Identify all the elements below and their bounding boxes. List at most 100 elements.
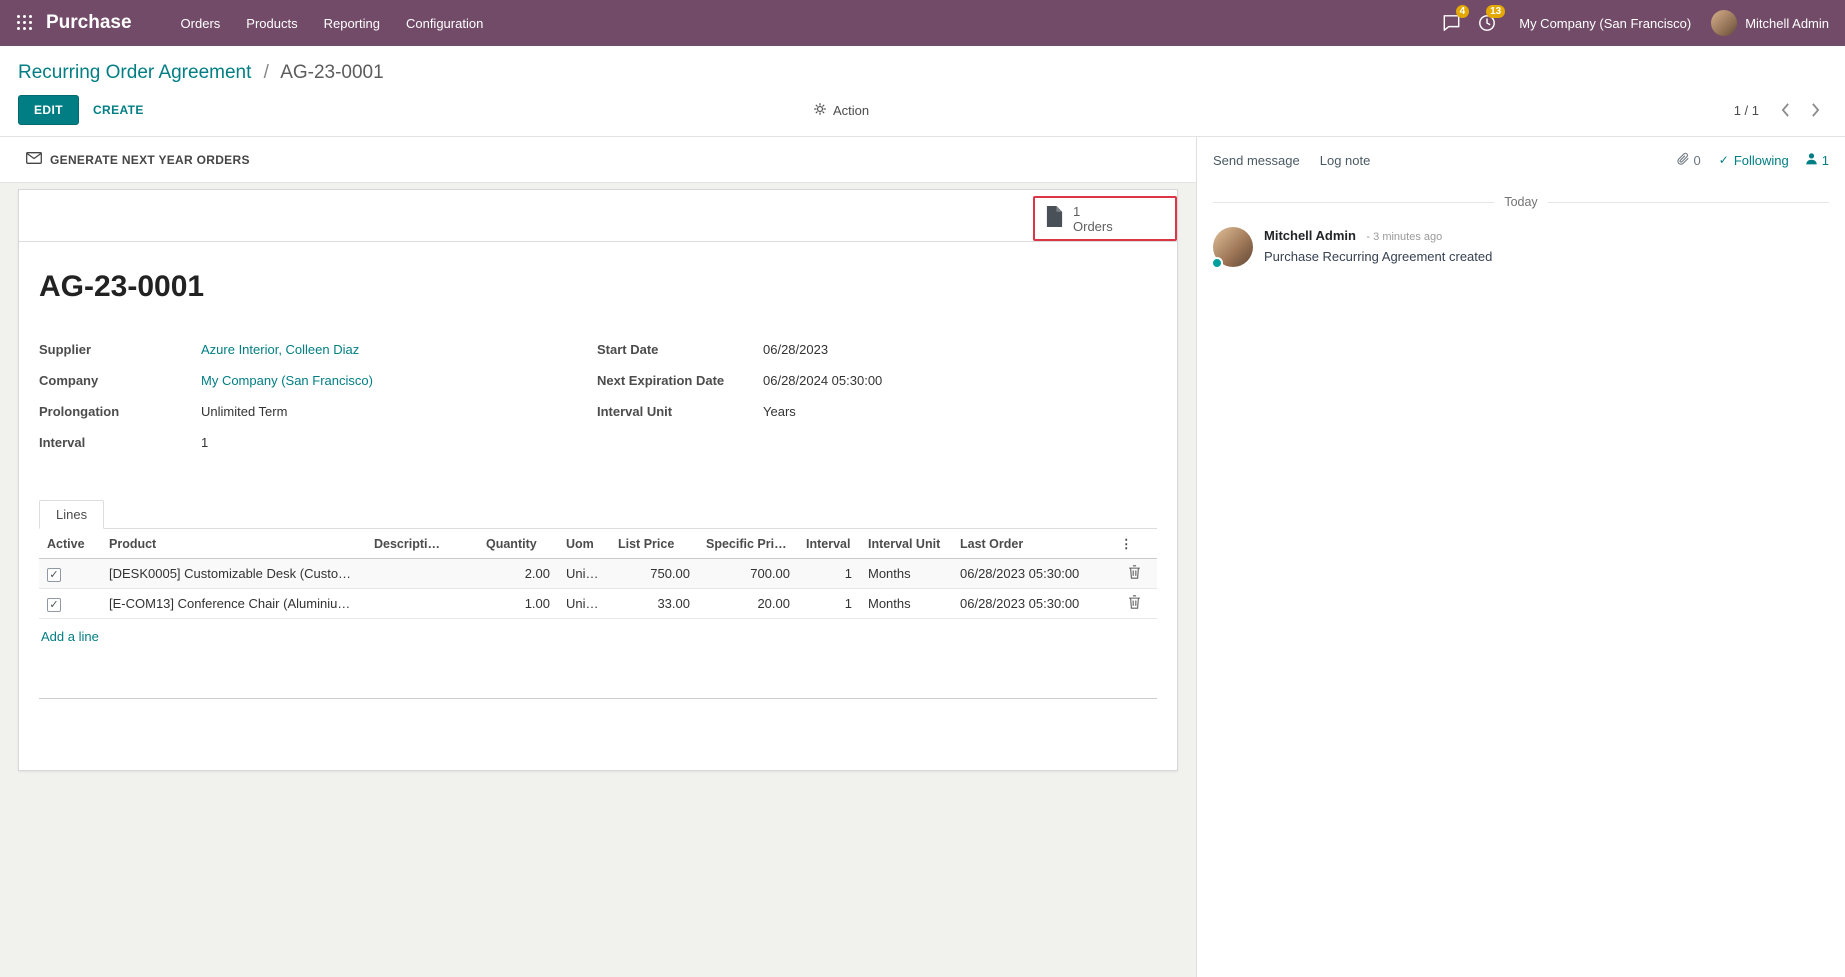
action-menu-button[interactable]: Action	[813, 102, 869, 119]
checkbox-check-icon: ✓	[49, 599, 58, 611]
company-label: Company	[39, 371, 201, 390]
menu-orders[interactable]: Orders	[168, 0, 234, 46]
cell-specific-price[interactable]: 700.00	[698, 559, 798, 589]
company-value-link[interactable]: My Company (San Francisco)	[201, 371, 373, 390]
breadcrumb-current: AG-23-0001	[280, 62, 384, 83]
button-box: 1 Orders	[19, 190, 1177, 242]
header-specific-price[interactable]: Specific Pri…	[698, 529, 798, 559]
checkbox-check-icon: ✓	[49, 569, 58, 581]
followers-button[interactable]: 1	[1805, 152, 1829, 168]
orders-label: Orders	[1073, 219, 1113, 234]
field-interval-unit: Interval Unit Years	[597, 402, 1157, 421]
chatter-message: Mitchell Admin - 3 minutes ago Purchase …	[1197, 217, 1845, 277]
supplier-label: Supplier	[39, 340, 201, 359]
header-last-order[interactable]: Last Order	[952, 529, 1112, 559]
supplier-value-link[interactable]: Azure Interior, Colleen Diaz	[201, 340, 359, 359]
next-expiration-value: 06/28/2024 05:30:00	[763, 371, 882, 390]
app-name[interactable]: Purchase	[46, 12, 132, 34]
cell-uom[interactable]: Uni…	[558, 589, 610, 619]
prolongation-value: Unlimited Term	[201, 402, 287, 421]
field-groups: Supplier Azure Interior, Colleen Diaz Co…	[39, 340, 1157, 464]
orders-stat-button[interactable]: 1 Orders	[1033, 196, 1177, 241]
lines-table: Active Product Descripti… Quantity Uom L…	[39, 529, 1157, 619]
prolongation-label: Prolongation	[39, 402, 201, 421]
menu-configuration[interactable]: Configuration	[393, 0, 496, 46]
log-note-button[interactable]: Log note	[1320, 153, 1371, 168]
pager-next-button[interactable]	[1803, 98, 1827, 122]
header-uom[interactable]: Uom	[558, 529, 610, 559]
action-label: Action	[833, 103, 869, 118]
cell-last-order[interactable]: 06/28/2023 05:30:00	[952, 589, 1112, 619]
check-icon: ✓	[1719, 153, 1729, 167]
cell-interval-unit[interactable]: Months	[860, 559, 952, 589]
apps-grid-icon[interactable]	[16, 14, 34, 32]
cell-interval-unit[interactable]: Months	[860, 589, 952, 619]
active-checkbox[interactable]: ✓	[47, 598, 61, 612]
cell-list-price[interactable]: 750.00	[610, 559, 698, 589]
message-author[interactable]: Mitchell Admin	[1264, 228, 1356, 243]
edit-button[interactable]: EDIT	[18, 95, 79, 125]
form-body: 1 Orders AG-23-0001 Supplier Azure Inte	[0, 183, 1196, 977]
user-avatar[interactable]	[1711, 10, 1737, 36]
create-button[interactable]: CREATE	[79, 96, 158, 124]
company-switcher[interactable]: My Company (San Francisco)	[1505, 16, 1705, 31]
field-start-date: Start Date 06/28/2023	[597, 340, 1157, 359]
delete-row-button[interactable]	[1112, 559, 1157, 589]
page: Purchase Orders Products Reporting Confi…	[0, 0, 1845, 977]
cell-last-order[interactable]: 06/28/2023 05:30:00	[952, 559, 1112, 589]
messages-badge: 4	[1456, 5, 1470, 18]
activities-badge: 13	[1486, 5, 1505, 18]
optional-columns-icon[interactable]: ⋮	[1112, 529, 1157, 559]
header-list-price[interactable]: List Price	[610, 529, 698, 559]
gear-icon	[813, 102, 827, 119]
form-view: GENERATE NEXT YEAR ORDERS 1 Orders	[0, 137, 1196, 977]
interval-label: Interval	[39, 433, 201, 452]
header-product[interactable]: Product	[101, 529, 366, 559]
field-supplier: Supplier Azure Interior, Colleen Diaz	[39, 340, 597, 359]
control-panel: Recurring Order Agreement / AG-23-0001 E…	[0, 46, 1845, 137]
cell-product[interactable]: [DESK0005] Customizable Desk (Custo…	[101, 559, 366, 589]
chatter-toolbar: Send message Log note 0 ✓ Following	[1197, 137, 1845, 179]
send-message-button[interactable]: Send message	[1213, 153, 1300, 168]
activities-icon[interactable]: 13	[1469, 0, 1505, 46]
header-quantity[interactable]: Quantity	[478, 529, 558, 559]
cell-list-price[interactable]: 33.00	[610, 589, 698, 619]
delete-row-button[interactable]	[1112, 589, 1157, 619]
breadcrumb-parent-link[interactable]: Recurring Order Agreement	[18, 62, 251, 83]
header-active[interactable]: Active	[39, 529, 101, 559]
date-divider: Today	[1213, 195, 1829, 209]
attachments-button[interactable]: 0	[1676, 151, 1701, 169]
messages-icon[interactable]: 4	[1433, 0, 1469, 46]
cell-specific-price[interactable]: 20.00	[698, 589, 798, 619]
cell-description[interactable]	[366, 589, 478, 619]
form-sheet: 1 Orders AG-23-0001 Supplier Azure Inte	[18, 189, 1178, 771]
generate-next-year-orders-button[interactable]: GENERATE NEXT YEAR ORDERS	[18, 146, 258, 173]
menu-reporting[interactable]: Reporting	[311, 0, 393, 46]
paperclip-icon	[1676, 151, 1690, 169]
table-row[interactable]: ✓ [DESK0005] Customizable Desk (Custo… 2…	[39, 559, 1157, 589]
following-button[interactable]: ✓ Following	[1719, 153, 1789, 168]
tab-lines[interactable]: Lines	[39, 500, 104, 529]
user-menu[interactable]: Mitchell Admin	[1745, 16, 1829, 31]
cell-quantity[interactable]: 1.00	[478, 589, 558, 619]
cell-description[interactable]	[366, 559, 478, 589]
pager-previous-button[interactable]	[1773, 98, 1797, 122]
header-description[interactable]: Descripti…	[366, 529, 478, 559]
followers-count: 1	[1822, 153, 1829, 168]
cell-interval[interactable]: 1	[798, 589, 860, 619]
cell-quantity[interactable]: 2.00	[478, 559, 558, 589]
table-row[interactable]: ✓ [E-COM13] Conference Chair (Aluminiu… …	[39, 589, 1157, 619]
header-interval-unit[interactable]: Interval Unit	[860, 529, 952, 559]
add-a-line-link[interactable]: Add a line	[39, 629, 99, 644]
attachments-count: 0	[1694, 153, 1701, 168]
cell-product[interactable]: [E-COM13] Conference Chair (Aluminiu…	[101, 589, 366, 619]
cell-uom[interactable]: Uni…	[558, 559, 610, 589]
message-timestamp: - 3 minutes ago	[1366, 231, 1442, 243]
cell-interval[interactable]: 1	[798, 559, 860, 589]
active-checkbox[interactable]: ✓	[47, 568, 61, 582]
header-interval[interactable]: Interval	[798, 529, 860, 559]
menu-products[interactable]: Products	[233, 0, 310, 46]
main-menu: Orders Products Reporting Configuration	[168, 0, 497, 46]
interval-unit-label: Interval Unit	[597, 402, 763, 421]
record-title: AG-23-0001	[39, 270, 1157, 304]
